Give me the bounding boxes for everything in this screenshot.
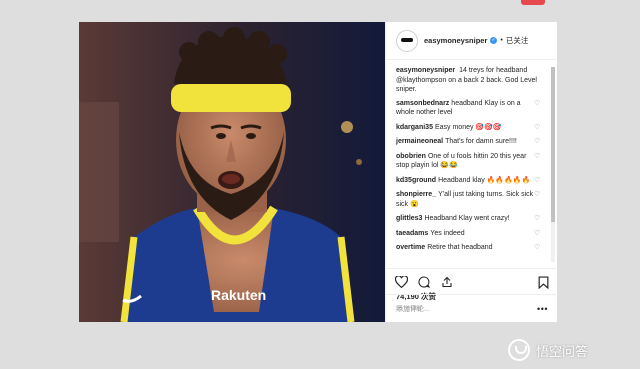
user-avatar[interactable]: [396, 29, 418, 52]
comment-username[interactable]: obobrien: [396, 153, 426, 160]
comment-item: kdargani35 Easy money 🎯🎯🎯 ♡: [396, 123, 541, 133]
comment-text: Retire that headband: [427, 244, 493, 251]
comment-username[interactable]: samsonbednarz: [396, 100, 449, 107]
share-icon[interactable]: [440, 275, 454, 289]
comment-heart-icon[interactable]: ♡: [533, 190, 541, 200]
post-side-panel: easymoneysniper ✓ • 已关注 easymoneysniper …: [385, 22, 558, 322]
comment-text: Headband klay 🔥🔥🔥🔥🔥: [438, 176, 531, 184]
comment-item: shonpierre_ Y'all just taking turns. Sick…: [396, 190, 541, 209]
comment-heart-icon[interactable]: ♡: [533, 99, 541, 109]
comment-heart-icon[interactable]: ♡: [533, 243, 541, 253]
comment-heart-icon[interactable]: ♡: [533, 123, 541, 133]
comment-username[interactable]: jermaineoneal: [396, 138, 443, 145]
comment-item: kd35ground Headband klay 🔥🔥🔥🔥🔥 ♡: [396, 176, 541, 186]
comment-item: glittles3 Headband Klay went crazy! ♡: [396, 214, 541, 224]
comment-icon[interactable]: [417, 275, 431, 289]
comment-text: Easy money 🎯🎯🎯: [434, 123, 502, 131]
add-comment-bar: 添加评论... •••: [386, 294, 558, 322]
follow-status[interactable]: 已关注: [506, 35, 529, 46]
caption: easymoneysniper 14 treys for headband @k…: [396, 66, 541, 95]
wukong-logo-icon: [508, 339, 530, 361]
comment-item: samsonbednarz headband Klay is on a whole…: [396, 99, 541, 118]
post-header: easymoneysniper ✓ • 已关注: [386, 22, 557, 60]
comment-item: jermaineoneal That's for damn sure!!!! ♡: [396, 137, 541, 147]
caption-username[interactable]: easymoneysniper: [396, 67, 455, 74]
comment-username[interactable]: shonpierre_: [396, 191, 436, 198]
heart-icon[interactable]: [394, 275, 408, 289]
comment-item: obobrien One of u fools hittin 20 this ye…: [396, 152, 541, 171]
add-comment-input[interactable]: 添加评论...: [396, 304, 430, 314]
post-modal: Rakuten easymoneysniper ✓ • 已关注 easymone…: [79, 22, 558, 322]
comment-username[interactable]: kdargani35: [396, 124, 433, 131]
jersey-sponsor-text: Rakuten: [211, 287, 266, 303]
comments-scrollbar[interactable]: [551, 67, 555, 262]
verified-badge-icon: ✓: [490, 37, 498, 44]
comment-username[interactable]: overtime: [396, 244, 425, 251]
watermark: 悟空问答: [508, 339, 588, 361]
header-separator: •: [500, 37, 503, 44]
header-username[interactable]: easymoneysniper: [424, 36, 487, 45]
comment-item: overtime Retire that headband ♡: [396, 243, 541, 253]
comment-text: That's for damn sure!!!!: [445, 138, 517, 145]
comment-heart-icon[interactable]: ♡: [533, 152, 541, 162]
comment-text: Headband Klay went crazy!: [424, 215, 510, 222]
scrollbar-thumb[interactable]: [551, 67, 555, 222]
comments-list: easymoneysniper 14 treys for headband @k…: [386, 61, 551, 267]
watermark-text: 悟空问答: [536, 343, 589, 359]
bookmark-icon[interactable]: [536, 275, 550, 289]
comment-heart-icon[interactable]: ♡: [533, 137, 541, 147]
comment-text: Yes indeed: [430, 229, 465, 237]
comment-item: taeadams Yes indeed ♡: [396, 229, 541, 239]
action-icons: [386, 269, 558, 289]
post-photo: Rakuten: [79, 22, 385, 322]
top-red-button[interactable]: [521, 0, 545, 5]
comment-heart-icon[interactable]: ♡: [533, 229, 541, 239]
more-options-icon[interactable]: •••: [537, 304, 548, 314]
comment-heart-icon[interactable]: ♡: [533, 176, 541, 186]
comment-username[interactable]: taeadams: [396, 230, 428, 237]
comment-username[interactable]: kd35ground: [396, 177, 436, 184]
comment-heart-icon[interactable]: ♡: [533, 214, 541, 224]
comment-username[interactable]: glittles3: [396, 215, 422, 222]
